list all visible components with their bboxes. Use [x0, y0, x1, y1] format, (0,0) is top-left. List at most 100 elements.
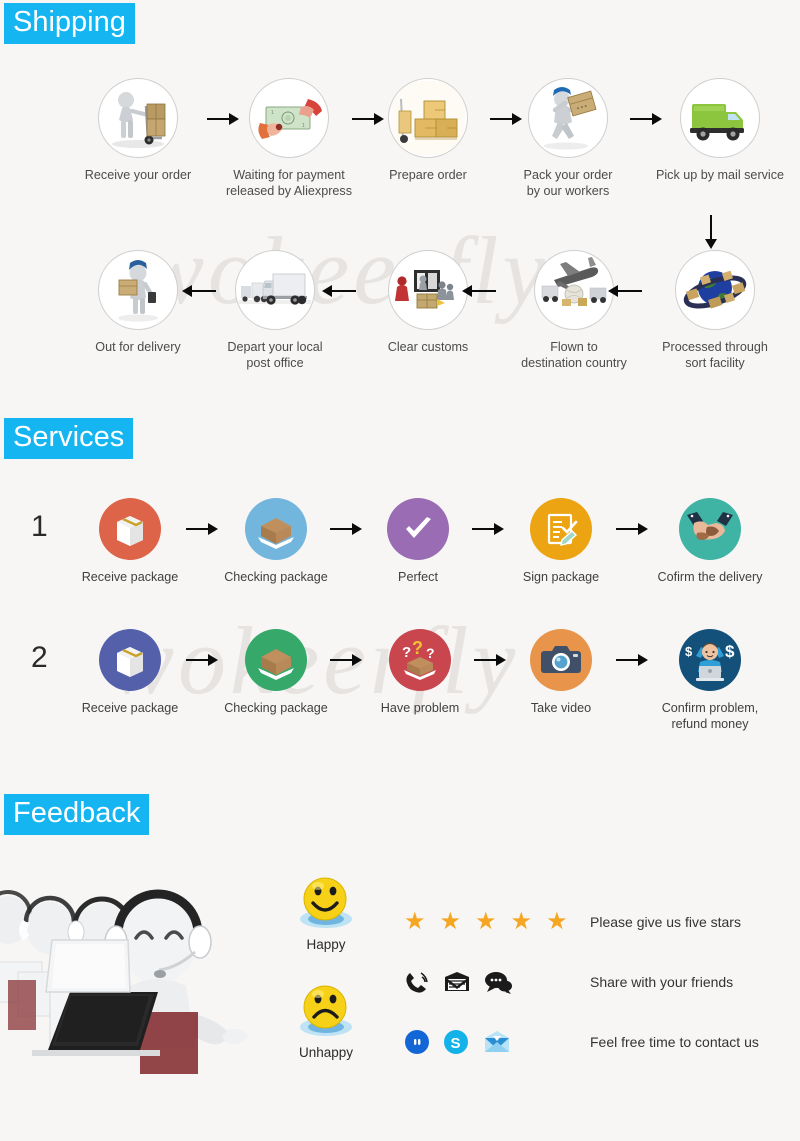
emoji-label: Happy	[306, 937, 346, 952]
arrow-right-icon	[630, 113, 662, 125]
section-title-feedback: Feedback	[4, 794, 150, 835]
star-icon: ★	[404, 908, 427, 935]
cash-handover-icon: 1 1	[249, 78, 329, 158]
service-step-have-problem: ? ? ? Have problem	[360, 629, 480, 716]
step-label: Perfect	[398, 570, 438, 584]
service-step-receive-package-1: Receive package	[70, 498, 190, 585]
svg-text:?: ?	[402, 644, 411, 661]
arrow-down-icon	[705, 215, 717, 251]
arrow-right-icon	[186, 523, 218, 535]
svg-text:$: $	[725, 642, 735, 661]
service-step-checking-package-1: Checking package	[216, 498, 336, 585]
arrow-right-icon	[352, 113, 384, 125]
step-label: Have problem	[380, 701, 460, 715]
cardboard-boxes-icon	[388, 78, 468, 158]
shipping-step-pack-your-order: Pack your order by our workers	[498, 78, 638, 199]
step-label: Receive package	[81, 570, 179, 584]
closed-package-icon	[99, 629, 161, 691]
step-label: Confirm problem, refund money	[661, 701, 759, 731]
phone-ring-icon	[404, 970, 430, 994]
shipping-step-clear-customs: Clear customs	[358, 250, 498, 355]
infographic-page: wokeerfly wokeerfly Shipping Receive you…	[0, 0, 800, 1141]
arrow-right-icon	[616, 654, 648, 666]
globe-parcels-icon	[675, 250, 755, 330]
svg-text:$: $	[685, 644, 693, 659]
shipping-step-depart-your-local-post-office: Depart your local post office	[205, 250, 345, 371]
mail-open-icon[interactable]	[482, 1030, 512, 1054]
step-label: Checking package	[224, 570, 328, 584]
step-label: Receive package	[81, 701, 179, 715]
step-label: Take video	[530, 701, 592, 715]
shipping-step-pick-up-by-mail-service: Pick up by mail service	[645, 78, 795, 183]
closed-package-icon	[99, 498, 161, 560]
step-label: Processed through sort facility	[662, 340, 768, 370]
feedback-emoji-happy: Happy	[281, 873, 371, 952]
unhappy-face-icon	[281, 981, 371, 1041]
skype-icon[interactable]: S	[443, 1029, 469, 1055]
support-agent-money-icon: $ $	[679, 629, 741, 691]
star-rating: ★ ★ ★ ★ ★	[404, 908, 568, 935]
aliwangwang-icon[interactable]	[404, 1029, 430, 1055]
airplane-cargo-icon	[534, 250, 614, 330]
step-label: Out for delivery	[95, 340, 181, 354]
arrow-right-icon	[186, 654, 218, 666]
svg-text:?: ?	[426, 645, 435, 661]
contact-icons: S	[404, 1029, 554, 1055]
arrow-right-icon	[330, 523, 362, 535]
service-step-take-video: Take video	[501, 629, 621, 716]
service-step-confirm-problem-refund-money: $ $ Confirm problem, refund money	[645, 629, 775, 732]
truck-fleet-icon	[235, 250, 315, 330]
green-delivery-truck-icon	[680, 78, 760, 158]
step-label: Depart your local post office	[227, 340, 323, 370]
open-box-icon	[245, 629, 307, 691]
service-step-sign-package: Sign package	[501, 498, 621, 585]
shipping-step-receive-your-order: Receive your order	[68, 78, 208, 183]
step-label: Sign package	[522, 570, 600, 584]
shipping-step-prepare-order: Prepare order	[358, 78, 498, 183]
open-box-icon	[245, 498, 307, 560]
emoji-label: Unhappy	[298, 1045, 354, 1060]
question-box-icon: ? ? ?	[389, 629, 451, 691]
services-row-number: 2	[31, 641, 48, 674]
arrow-left-icon	[322, 285, 366, 297]
star-icon: ★	[546, 908, 569, 935]
step-label: Clear customs	[387, 340, 469, 354]
feedback-text: Feel free time to contact us	[590, 1034, 759, 1050]
svg-text:?: ?	[412, 639, 423, 658]
arrow-right-icon	[474, 654, 506, 666]
shipping-step-flown-to-destination-country: Flown to destination country	[498, 250, 650, 371]
worker-carrying-box-icon	[528, 78, 608, 158]
check-mark-icon	[387, 498, 449, 560]
svg-text:1: 1	[271, 110, 274, 116]
feedback-text: Please give us five stars	[590, 914, 741, 930]
star-icon: ★	[510, 908, 534, 935]
hand-truck-box-icon	[98, 78, 178, 158]
arrow-right-icon	[330, 654, 362, 666]
step-label: Cofirm the delivery	[657, 570, 763, 584]
services-row-number: 1	[31, 510, 48, 543]
arrow-right-icon	[207, 113, 239, 125]
svg-text:S: S	[451, 1035, 461, 1052]
step-label: Receive your order	[84, 168, 192, 182]
svg-text:1: 1	[302, 123, 305, 129]
happy-face-icon	[281, 873, 371, 933]
shipping-step-out-for-delivery: Out for delivery	[68, 250, 208, 355]
feedback-row-contact: S Feel free time to contact us	[404, 1029, 759, 1055]
feedback-emoji-unhappy: Unhappy	[281, 981, 371, 1060]
shipping-step-processed-through-sort-facility: Processed through sort facility	[640, 250, 790, 371]
arrow-left-icon	[462, 285, 506, 297]
step-label: Pack your order by our workers	[523, 168, 613, 198]
arrow-left-icon	[182, 285, 226, 297]
chat-bubbles-icon	[484, 970, 512, 994]
camera-icon	[530, 629, 592, 691]
step-label: Pick up by mail service	[655, 168, 785, 182]
feedback-text: Share with your friends	[590, 974, 734, 990]
call-center-agents-icon	[0, 862, 265, 1077]
service-step-checking-package-2: Checking package	[216, 629, 336, 716]
star-icon: ★	[475, 908, 498, 935]
customs-inspection-icon	[388, 250, 468, 330]
arrow-right-icon	[616, 523, 648, 535]
service-step-cofirm-the-delivery: Cofirm the delivery	[645, 498, 775, 585]
service-step-perfect: Perfect	[358, 498, 478, 585]
postman-parcel-icon	[98, 250, 178, 330]
